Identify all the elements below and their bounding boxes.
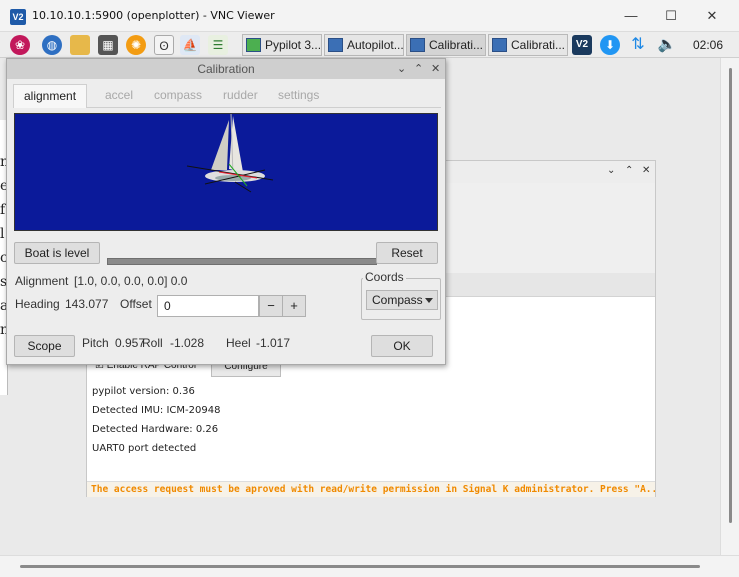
uart-port-text: UART0 port detected	[92, 443, 197, 454]
horizontal-scroll-thumb[interactable]	[20, 565, 700, 568]
chevron-up-icon[interactable]: ⌃	[414, 62, 423, 75]
detected-hardware-text: Detected Hardware: 0.26	[92, 424, 219, 435]
pitch-label: Pitch	[82, 336, 109, 350]
taskbar-task-calibration-2[interactable]: Calibrati...	[488, 34, 568, 56]
offset-increment-button[interactable]: +	[282, 295, 306, 317]
download-icon[interactable]: ⬇	[600, 35, 620, 55]
chevron-up-icon[interactable]: ⌃	[625, 165, 633, 176]
heel-value: -1.017	[256, 336, 291, 350]
roll-label: Roll	[142, 336, 163, 350]
heel-label: Heel	[226, 336, 251, 350]
vnc-tray-icon[interactable]: V2	[572, 35, 592, 55]
tab-accel[interactable]: accel	[95, 84, 143, 108]
boat-model-icon	[15, 114, 437, 230]
calibration-dialog: Calibration ⌄ ⌃ ✕ alignment accel compas…	[6, 58, 446, 365]
task-label: Calibrati...	[429, 38, 484, 52]
alignment-value: [1.0, 0.0, 0.0, 0.0] 0.0	[74, 274, 188, 288]
tab-compass[interactable]: compass	[144, 84, 212, 108]
browser-globe-icon[interactable]: ◍	[42, 35, 62, 55]
close-icon[interactable]: ✕	[697, 6, 727, 26]
pypilot-version-text: pypilot version: 0.36	[92, 386, 195, 397]
vnc-titlebar: V2 10.10.10.1:5900 (openplotter) - VNC V…	[0, 0, 739, 32]
boat-is-level-button[interactable]: Boat is level	[14, 242, 100, 264]
sailboat-icon[interactable]: ⛵	[180, 35, 200, 55]
calibration-tabs: alignment accel compass rudder settings	[13, 84, 441, 108]
file-manager-icon[interactable]	[70, 35, 90, 55]
offset-decrement-button[interactable]: −	[259, 295, 283, 317]
close-icon[interactable]: ✕	[431, 62, 440, 75]
sun-icon[interactable]: ✺	[126, 35, 146, 55]
task-label: Autopilot...	[347, 38, 404, 52]
chevron-down-icon	[425, 298, 433, 303]
maximize-icon[interactable]: ☐	[656, 6, 686, 26]
coords-label: Coords	[363, 270, 406, 284]
taskbar-task-calibration-1[interactable]: Calibrati...	[406, 34, 486, 56]
tab-settings[interactable]: settings	[268, 84, 329, 108]
heading-label: Heading	[15, 297, 60, 311]
signalk-warning-text: The access request must be aproved with …	[87, 481, 655, 497]
volume-icon[interactable]: 🔈	[657, 35, 677, 55]
taskbar-clock: 02:06	[693, 38, 724, 52]
desktop-taskbar: ❀ ◍ ▦ ✺ ʘ ⛵ ☰ Pypilot 3... Autopilot... …	[0, 32, 739, 58]
tab-alignment[interactable]: alignment	[13, 84, 88, 108]
vnc-window-title: 10.10.10.1:5900 (openplotter) - VNC View…	[32, 9, 275, 22]
raspberry-menu-icon[interactable]: ❀	[10, 35, 30, 55]
task-label: Calibrati...	[511, 38, 566, 52]
horizontal-scrollbar[interactable]	[0, 555, 739, 577]
vertical-scrollbar[interactable]	[720, 58, 739, 555]
scope-button[interactable]: Scope	[14, 335, 75, 357]
level-progress-bar	[107, 258, 377, 265]
alignment-label: Alignment	[15, 274, 69, 288]
list-app-icon[interactable]: ☰	[208, 35, 228, 55]
pitch-value: 0.957	[115, 336, 146, 350]
heading-value: 143.077	[65, 297, 109, 311]
vertical-scroll-thumb[interactable]	[729, 68, 732, 523]
tab-rudder[interactable]: rudder	[213, 84, 268, 108]
close-icon[interactable]: ✕	[642, 165, 650, 176]
task-label: Pypilot 3...	[265, 38, 322, 52]
chevron-down-icon[interactable]: ⌄	[397, 62, 406, 75]
taskbar-task-autopilot[interactable]: Autopilot...	[324, 34, 404, 56]
opencpn-icon[interactable]: ʘ	[154, 35, 174, 55]
detected-imu-text: Detected IMU: ICM-20948	[92, 405, 221, 416]
vnc-logo-icon: V2	[10, 9, 26, 25]
roll-value: -1.028	[170, 336, 205, 350]
calibration-title: Calibration	[197, 62, 255, 76]
keyboard-icon[interactable]: ▦	[98, 35, 118, 55]
minimize-icon[interactable]: —	[616, 6, 646, 26]
boat-3d-view	[14, 113, 438, 231]
coords-select[interactable]: Compass	[366, 290, 438, 310]
taskbar-task-pypilot[interactable]: Pypilot 3...	[242, 34, 322, 56]
offset-input[interactable]: 0	[157, 295, 259, 317]
coords-selected-value: Compass	[372, 293, 423, 307]
chevron-down-icon[interactable]: ⌄	[607, 165, 615, 176]
ok-button[interactable]: OK	[371, 335, 433, 357]
network-arrows-icon[interactable]: ⇅	[628, 35, 648, 55]
offset-label: Offset	[120, 297, 152, 311]
reset-button[interactable]: Reset	[376, 242, 438, 264]
calibration-titlebar: Calibration ⌄ ⌃ ✕	[7, 59, 445, 79]
